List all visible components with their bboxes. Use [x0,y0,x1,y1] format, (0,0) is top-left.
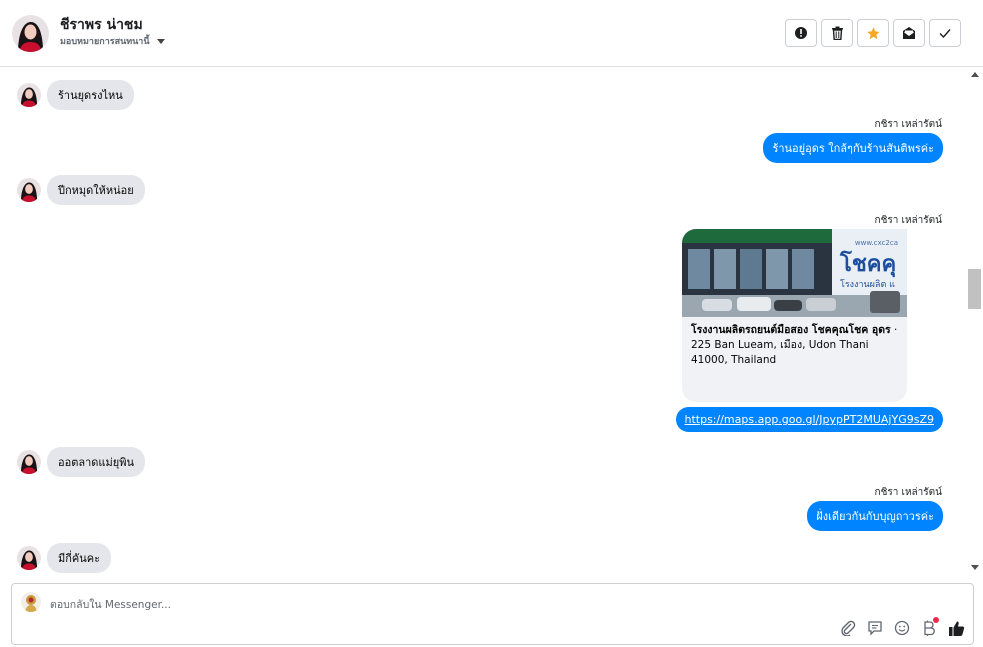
contact-avatar[interactable] [12,15,49,52]
check-icon [939,29,951,39]
scroll-down-arrow-icon[interactable] [971,565,979,570]
contact-avatar-small [17,450,41,474]
incoming-message-row: ร้านยุดรงไหน [17,80,134,110]
incoming-message-row: ปีกหมุดให้หน่อย [17,175,145,205]
saved-reply-icon [868,621,882,636]
page-avatar [21,592,41,612]
contact-avatar-small [17,178,41,202]
emoji-icon [894,620,910,636]
outgoing-message-bubble[interactable]: ฝั่งเดียวกันกับบุญถาวรค่ะ [807,501,943,531]
incoming-message-bubble[interactable]: ปีกหมุดให้หน่อย [47,175,145,205]
notification-dot [933,617,939,623]
sign-title: โชคคุ [839,250,896,278]
conversation-header: ชีราพร น่าชม มอบหมายการสนทนานี้ [0,0,983,67]
incoming-message-bubble[interactable]: ร้านยุดรงไหน [47,80,134,110]
incoming-message-bubble[interactable]: ออตลาดแม่ยุพิน [47,447,145,477]
location-name: โรงงานผลิตรถยนต์มือสอง โชคคุณโชค อุดร [691,324,891,336]
attachment-button[interactable] [839,619,857,637]
mark-unread-button[interactable] [893,19,925,47]
bold-format-button[interactable] [920,617,939,637]
mark-spam-button[interactable] [785,19,817,47]
location-share-card[interactable]: www.cxc2ca โชคคุ โรงงานผลิต แ 088-557-79… [682,229,907,402]
sender-name: กชิรา เหล่ารัตน์ [874,487,942,498]
send-like-button[interactable] [947,619,965,637]
scroll-up-arrow-icon[interactable] [971,72,979,77]
star-icon [866,26,880,39]
thread-scrollbar[interactable] [966,67,983,575]
assign-label: มอบหมายการสนทนานี้ [60,37,150,47]
contact-name[interactable]: ชีราพร น่าชม [60,14,143,36]
like-icon [948,621,964,636]
sign-subtitle: โรงงานผลิต แ [840,279,895,290]
incoming-message-row: ออตลาดแม่ยุพิน [17,447,145,477]
attachment-icon [841,620,856,636]
spam-icon [795,27,807,39]
star-button[interactable] [857,19,889,47]
contact-avatar-small [17,546,41,570]
message-thread[interactable]: ร้านยุดรงไหน กชิรา เหล่ารัตน์ ร้านอยู่อุ… [0,67,966,575]
location-photo: www.cxc2ca โชคคุ โรงงานผลิต แ 088-557-79… [682,229,907,317]
scroll-thumb[interactable] [968,269,981,309]
reply-composer[interactable]: ตอบกลับใน Messenger... [11,583,974,645]
sender-name: กชิรา เหล่ารัตน์ [874,215,942,226]
emoji-button[interactable] [893,619,911,637]
trash-icon [831,26,843,40]
saved-reply-button[interactable] [866,619,884,637]
mark-unread-icon [903,27,915,39]
caret-down-icon [156,38,165,44]
sign-url: www.cxc2ca [855,239,898,247]
incoming-message-row: มีกี่คันคะ [17,543,112,573]
reply-input[interactable]: ตอบกลับใน Messenger... [50,596,171,613]
contact-avatar-small [17,83,41,107]
sender-name: กชิรา เหล่ารัตน์ [874,119,942,130]
map-link-bubble[interactable]: https://maps.app.goo.gl/JpypPT2MUAjYG9sZ… [675,407,943,432]
outgoing-message-bubble[interactable]: ร้านอยู่อุดร ใกล้ๆกับร้านสันติพรค่ะ [763,133,943,163]
mark-done-button[interactable] [929,19,961,47]
assign-conversation-dropdown[interactable]: มอบหมายการสนทนานี้ [60,34,165,48]
incoming-message-bubble[interactable]: มีกี่คันคะ [47,543,112,573]
location-details: โรงงานผลิตรถยนต์มือสอง โชคคุณโชค อุดร · … [682,317,907,374]
conversation-toolbar [785,19,961,47]
composer-tools [839,617,965,637]
delete-button[interactable] [821,19,853,47]
